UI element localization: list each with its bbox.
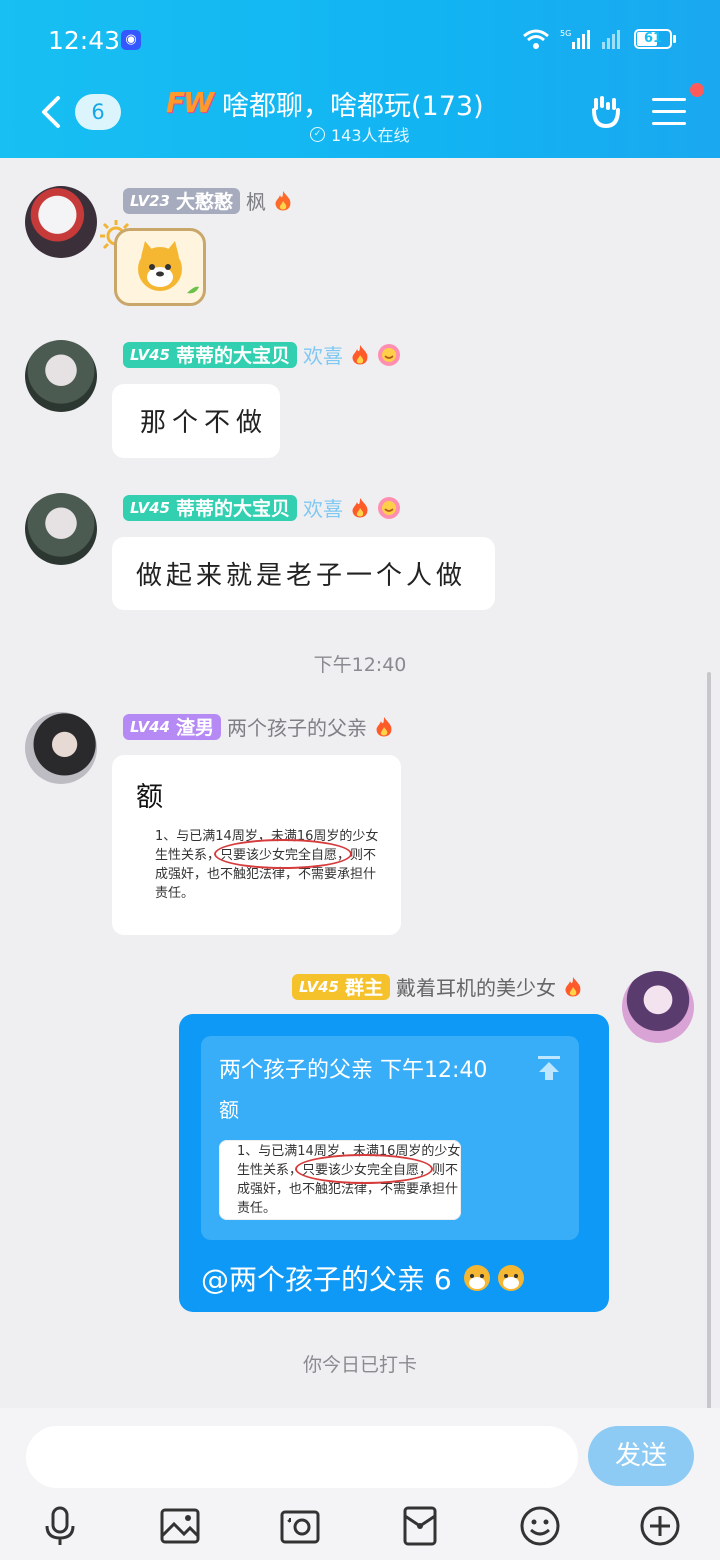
red-packet-icon[interactable] — [398, 1504, 442, 1548]
signal-icon: 5G — [560, 29, 590, 49]
level-label: LV44 — [130, 717, 170, 736]
document-line: 责任。 — [237, 1201, 277, 1216]
level-label: LV45 — [130, 498, 170, 517]
quoted-document-image[interactable]: 1、与已满14周岁，未满16周岁的少女 生性关系，只要该少女完全自愿，则不 成强… — [219, 1140, 461, 1220]
red-annotation-circle — [295, 1154, 433, 1184]
sender-name: 大憨憨 — [175, 191, 233, 213]
back-arrow-icon[interactable] — [36, 94, 66, 130]
avatar[interactable] — [25, 712, 97, 784]
checkin-notice: 你今日已打卡 — [302, 1354, 417, 1376]
flame-icon — [275, 190, 291, 210]
signal-2-icon — [602, 30, 620, 49]
message-input[interactable] — [26, 1426, 578, 1488]
notification-dot — [690, 83, 704, 97]
my-message-bubble[interactable]: 两个孩子的父亲 下午12:40 额 1、与已满14周岁，未满16周岁的少女 生性… — [179, 1014, 609, 1312]
scrollbar[interactable] — [707, 672, 711, 1410]
status-time: 12:43 — [48, 26, 121, 55]
online-count[interactable]: ✓ 143人在线 — [310, 122, 410, 146]
document-line: 责任。 — [155, 886, 195, 901]
unread-count-badge[interactable]: 6 — [75, 94, 121, 130]
document-image[interactable]: 1、与已满14周岁，未满16周岁的少女 生性关系，只要该少女完全自愿，则不 成强… — [136, 825, 380, 909]
level-label: LV45 — [299, 977, 339, 996]
flame-icon — [352, 497, 368, 517]
jump-to-top-icon[interactable] — [535, 1054, 563, 1082]
image-icon[interactable] — [158, 1504, 202, 1548]
sender-name: 蒂蒂的大宝贝 — [175, 345, 290, 367]
rock-hand-icon[interactable] — [588, 94, 624, 130]
quote-text: 额 — [219, 1098, 239, 1122]
battery-icon: 61 — [634, 29, 676, 49]
composer-bar: 发送 — [0, 1408, 720, 1560]
member-title: 欢喜 — [303, 497, 343, 521]
sender-line: LV45 群主 戴着耳机的美少女 — [292, 972, 584, 1001]
avatar[interactable] — [25, 186, 97, 258]
message-text: 那个不做 — [140, 408, 269, 438]
member-title: 欢喜 — [303, 344, 343, 368]
camera-icon[interactable] — [278, 1504, 322, 1548]
add-icon[interactable] — [638, 1504, 682, 1548]
online-count-label: 143人在线 — [331, 126, 410, 145]
sender-line: LV45 蒂蒂的大宝贝 欢喜 — [123, 493, 401, 522]
group-title[interactable]: 啥都聊，啥都玩(173) — [222, 84, 484, 123]
flame-icon — [565, 976, 581, 996]
member-title: 戴着耳机的美少女 — [396, 976, 556, 1000]
quote-time: 下午12:40 — [380, 1058, 488, 1083]
check-circle-icon: ✓ — [310, 126, 325, 142]
quoted-message[interactable]: 两个孩子的父亲 下午12:40 额 1、与已满14周岁，未满16周岁的少女 生性… — [201, 1036, 579, 1240]
notification-bulb-icon: ◉ — [121, 30, 141, 50]
message-text: 额 — [136, 782, 163, 813]
red-annotation-circle — [214, 839, 352, 869]
battery-level: 61 — [643, 31, 663, 46]
microphone-icon[interactable] — [38, 1504, 82, 1548]
message-bubble[interactable]: 额 1、与已满14周岁，未满16周岁的少女 生性关系，只要该少女完全自愿，则不 … — [112, 755, 401, 935]
wifi-icon — [523, 29, 549, 49]
level-label: LV23 — [130, 191, 170, 210]
dog-face-icon — [138, 241, 199, 294]
mention-label: @两个孩子的父亲 6 — [201, 1263, 452, 1296]
group-logo: FW — [166, 86, 214, 119]
mention-text: @两个孩子的父亲 6 — [201, 1258, 529, 1298]
message-text: 做起来就是老子一个人做 — [136, 561, 467, 591]
member-title: 枫 — [246, 190, 266, 214]
level-badge: LV45 蒂蒂的大宝贝 — [123, 341, 297, 368]
smiley-badge-icon — [378, 496, 400, 519]
sender-line: LV45 蒂蒂的大宝贝 欢喜 — [123, 340, 401, 369]
dog-sticker[interactable] — [114, 228, 206, 306]
level-badge: LV23 大憨憨 — [123, 187, 240, 214]
quote-header: 两个孩子的父亲 下午12:40 — [219, 1052, 487, 1084]
sender-line: LV23 大憨憨 枫 — [123, 186, 294, 215]
sender-name: 群主 — [344, 977, 383, 999]
flame-icon — [352, 344, 368, 364]
smiley-badge-icon — [378, 343, 400, 366]
message-bubble[interactable]: 做起来就是老子一个人做 — [112, 537, 495, 610]
sender-name: 蒂蒂的大宝贝 — [175, 498, 290, 520]
quote-author: 两个孩子的父亲 — [219, 1058, 374, 1083]
avatar[interactable] — [25, 340, 97, 412]
avatar[interactable] — [622, 971, 694, 1043]
level-badge: LV45 群主 — [292, 973, 390, 1000]
level-badge: LV45 蒂蒂的大宝贝 — [123, 494, 297, 521]
menu-icon[interactable] — [652, 98, 686, 128]
status-right: 5G 61 — [522, 28, 676, 50]
member-title: 两个孩子的父亲 — [227, 716, 367, 740]
flame-icon — [376, 716, 392, 736]
dog-emoji-icon — [463, 1265, 524, 1291]
timestamp: 下午12:40 — [313, 654, 407, 676]
sender-line: LV44 渣男 两个孩子的父亲 — [123, 712, 395, 741]
network-label: 5G — [560, 29, 571, 38]
avatar[interactable] — [25, 493, 97, 565]
level-badge: LV44 渣男 — [123, 713, 221, 740]
chat-header: 12:43 ◉ 5G 61 6 FW 啥都聊，啥都玩(173) ✓ 143人在线 — [0, 0, 720, 158]
emoji-icon[interactable] — [518, 1504, 562, 1548]
send-button[interactable]: 发送 — [588, 1426, 694, 1486]
message-bubble[interactable]: 那个不做 — [112, 384, 280, 458]
level-label: LV45 — [130, 345, 170, 364]
sender-name: 渣男 — [175, 717, 214, 739]
